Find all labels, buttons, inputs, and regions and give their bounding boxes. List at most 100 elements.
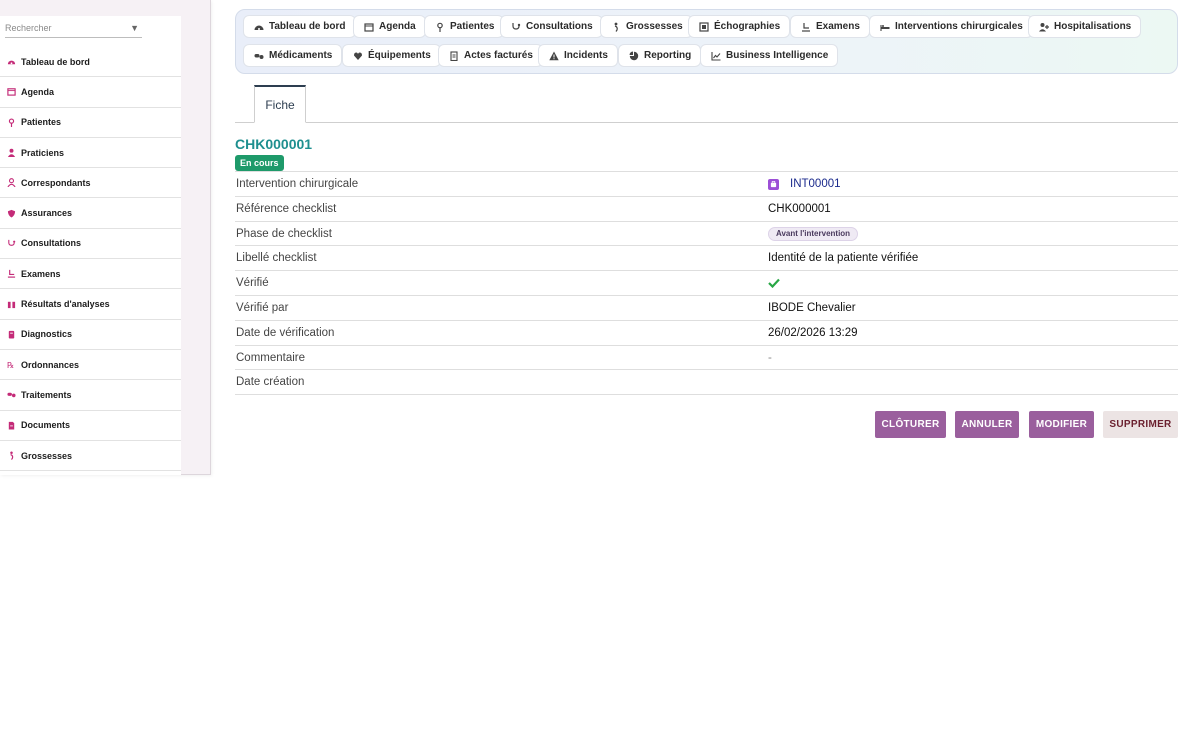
sidebar-item-label: Praticiens [21, 147, 65, 158]
pills-icon [253, 50, 264, 61]
sidebar-item-label: Diagnostics [21, 329, 73, 340]
nav-label: Tableau de bord [269, 21, 346, 32]
sidebar-item-label: Traitements [21, 389, 72, 400]
nav-label: Agenda [379, 21, 416, 32]
nav-label: Actes facturés [464, 50, 533, 61]
sidebar-item-traitements[interactable]: Traitements [0, 380, 181, 411]
nav-hospitalisations[interactable]: Hospitalisations [1028, 15, 1142, 38]
sidebar-item-label: Documents [21, 420, 71, 431]
sidebar-item-tableau-de-bord[interactable]: Tableau de bord [0, 47, 181, 78]
user-icon [6, 178, 16, 188]
field-label: Phase de checklist [236, 227, 332, 240]
shield-icon [6, 208, 16, 218]
nav-tableau-de-bord[interactable]: Tableau de bord [243, 15, 356, 38]
field-label: Date de vérification [236, 326, 335, 339]
sidebar-item-examens[interactable]: Examens [0, 259, 181, 290]
nav-grossesses[interactable]: Grossesses [600, 15, 693, 38]
sidebar-item-consultations[interactable]: Consultations [0, 229, 181, 260]
field-value: - [768, 351, 772, 364]
sidebar-item-ordonnances[interactable]: ℞ Ordonnances [0, 350, 181, 381]
sidebar-item-correspondants[interactable]: Correspondants [0, 168, 181, 199]
field-row-libelle: Libellé checklist Identité de la patient… [235, 246, 1178, 272]
nav-label: Médicaments [269, 50, 333, 61]
stethoscope-icon [510, 21, 521, 32]
ultrasound-icon [698, 21, 709, 32]
field-value: Avant l'intervention [768, 222, 859, 246]
nav-label: Équipements [368, 50, 431, 61]
field-row-date-creation: Date création [235, 370, 1178, 396]
female-icon [434, 21, 445, 32]
dashboard-icon [253, 21, 264, 32]
field-label: Vérifié [236, 277, 269, 290]
nav-label: Incidents [564, 50, 608, 61]
surgery-bed-icon [879, 21, 890, 32]
record-fields: Intervention chirurgicale INT00001 Référ… [235, 171, 1178, 396]
chevron-down-icon[interactable]: ▼ [130, 23, 139, 33]
sidebar-item-label: Agenda [21, 86, 55, 97]
pills-icon [6, 390, 16, 400]
supprimer-button[interactable]: SUPPRIMER [1103, 411, 1178, 438]
annuler-button[interactable]: ANNULER [955, 411, 1019, 438]
nav-echographies[interactable]: Échographies [688, 15, 791, 38]
field-label: Libellé checklist [236, 252, 317, 265]
check-icon [768, 278, 780, 289]
sidebar-item-diagnostics[interactable]: Diagnostics [0, 320, 181, 350]
calendar-icon [6, 87, 16, 97]
nav-label: Examens [816, 21, 860, 32]
sidebar-item-label: Examens [21, 268, 61, 279]
pregnancy-icon [6, 451, 16, 461]
top-navigation: Tableau de bord Agenda Patientes Consult… [235, 9, 1178, 74]
nav-actes-factures[interactable]: Actes facturés [438, 44, 543, 67]
sidebar: Rechercher ▼ Tableau de bord Agenda Pati… [0, 0, 211, 475]
nav-business-intelligence[interactable]: Business Intelligence [700, 44, 839, 67]
nav-agenda[interactable]: Agenda [353, 15, 426, 38]
field-row-date-verification: Date de vérification 26/02/2026 13:29 [235, 321, 1178, 346]
doctor-icon [6, 148, 16, 158]
sidebar-item-patientes[interactable]: Patientes [0, 108, 181, 138]
sidebar-item-praticiens[interactable]: Praticiens [0, 138, 181, 169]
nav-label: Interventions chirurgicales [895, 21, 1023, 32]
cloturer-button[interactable]: CLÔTURER [875, 411, 946, 438]
search-placeholder[interactable]: Rechercher [5, 23, 130, 33]
search-select[interactable]: Rechercher ▼ [5, 18, 142, 38]
surgery-link-icon [768, 178, 779, 190]
field-row-commentaire: Commentaire - [235, 346, 1178, 371]
calendar-icon [363, 21, 374, 32]
nav-examens[interactable]: Examens [790, 15, 870, 38]
sidebar-panel: Rechercher ▼ Tableau de bord Agenda Pati… [0, 16, 181, 475]
field-label: Vérifié par [236, 301, 289, 314]
pie-chart-icon [628, 50, 639, 61]
nav-label: Hospitalisations [1054, 21, 1132, 32]
tab-fiche[interactable]: Fiche [254, 85, 306, 123]
field-label: Intervention chirurgicale [236, 178, 359, 190]
intervention-value[interactable]: INT00001 [790, 178, 841, 190]
nav-incidents[interactable]: Incidents [538, 44, 618, 67]
invoice-icon [448, 50, 459, 61]
nav-equipements[interactable]: Équipements [342, 44, 441, 67]
nav-patientes[interactable]: Patientes [424, 15, 505, 38]
document-icon [6, 420, 16, 430]
pregnancy-icon [610, 21, 621, 32]
sidebar-menu: Tableau de bord Agenda Patientes Pratici… [0, 47, 181, 472]
modifier-button[interactable]: MODIFIER [1029, 411, 1094, 438]
sidebar-item-documents[interactable]: Documents [0, 411, 181, 441]
field-label: Commentaire [236, 351, 306, 364]
sidebar-item-resultats[interactable]: Résultats d'analyses [0, 289, 181, 320]
sidebar-item-label: Assurances [21, 208, 73, 219]
sidebar-item-agenda[interactable]: Agenda [0, 77, 181, 108]
prescription-icon: ℞ [6, 360, 16, 370]
phase-badge: Avant l'intervention [768, 226, 859, 241]
sidebar-item-assurances[interactable]: Assurances [0, 198, 181, 229]
sidebar-item-grossesses[interactable]: Grossesses [0, 441, 181, 472]
diagnostic-icon [6, 329, 16, 339]
nav-label: Échographies [714, 21, 781, 32]
field-value: Identité de la patiente vérifiée [768, 252, 919, 265]
nav-medicaments[interactable]: Médicaments [243, 44, 343, 67]
warning-icon [548, 50, 559, 61]
nav-reporting[interactable]: Reporting [618, 44, 702, 67]
nav-consultations[interactable]: Consultations [500, 15, 603, 38]
nav-label: Consultations [526, 21, 593, 32]
intervention-link[interactable]: INT00001 [768, 172, 841, 196]
hospital-icon [1038, 21, 1049, 32]
nav-interventions-chirurgicales[interactable]: Interventions chirurgicales [869, 15, 1033, 38]
